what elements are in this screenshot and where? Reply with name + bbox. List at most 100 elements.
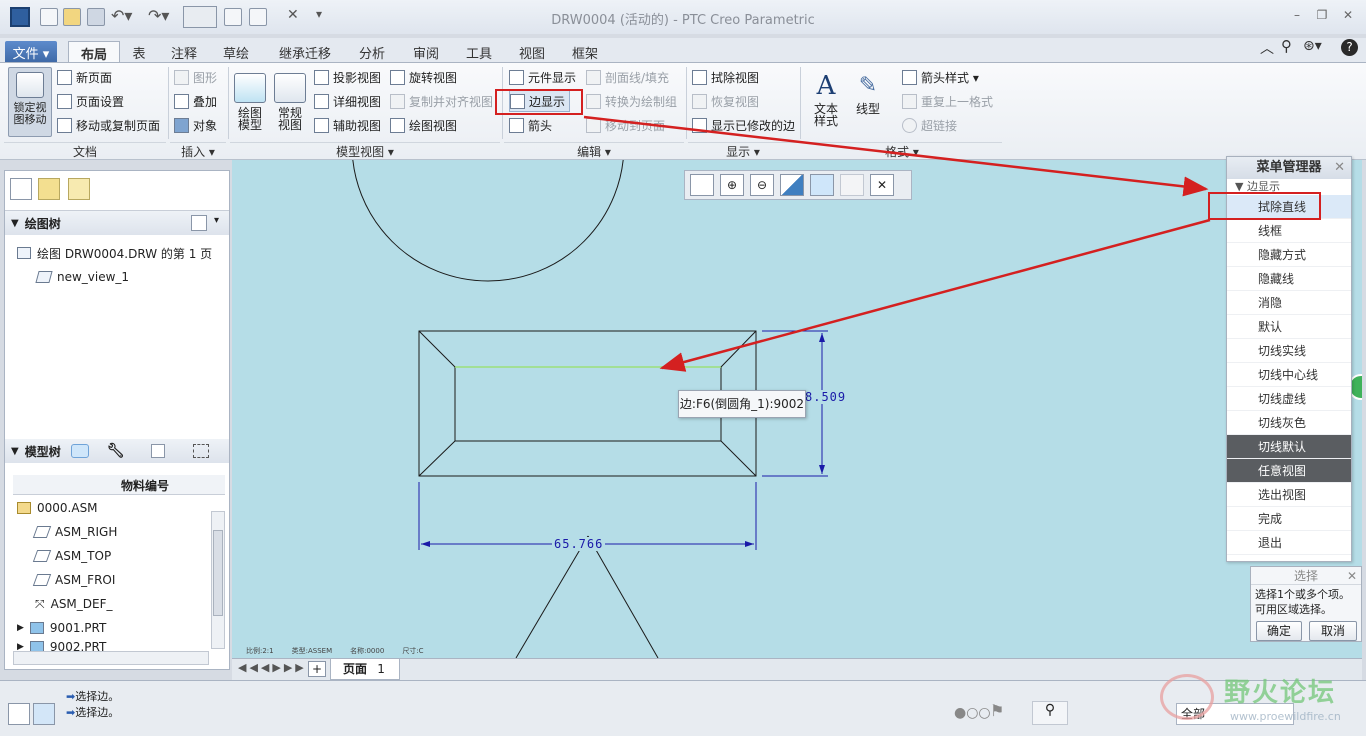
menu-manager-section[interactable]: ▼ 边显示 (1227, 179, 1351, 195)
revolved-view-button[interactable]: 旋转视图 (390, 66, 457, 88)
page-setup-button[interactable]: 页面设置 (57, 90, 124, 112)
display-style-icon[interactable] (810, 174, 834, 196)
minimize-icon[interactable]: – (1287, 8, 1307, 24)
tab-sketch[interactable]: 草绘 (214, 41, 258, 62)
tab-review[interactable]: 审阅 (404, 41, 448, 62)
dimension-vertical[interactable]: 8.509 (805, 390, 847, 404)
general-view-button[interactable]: 常规 视图 (273, 73, 307, 131)
add-page-icon[interactable]: + (308, 661, 326, 677)
datum-display-icon[interactable]: ✕ (870, 174, 894, 196)
favorites-tab-icon[interactable] (68, 178, 90, 200)
tree-item-asm[interactable]: 0000.ASM (13, 496, 209, 520)
collapse-icon[interactable]: ▼ (11, 218, 19, 229)
repaint-icon[interactable] (780, 174, 804, 196)
tab-annotate[interactable]: 注释 (162, 41, 206, 62)
zoom-out-icon[interactable]: ⊖ (750, 174, 774, 196)
dimension-horizontal[interactable]: 65.766 (552, 537, 606, 551)
close-icon[interactable]: ✕ (1338, 8, 1358, 24)
line-style-button[interactable]: ✎ 线型 (850, 69, 886, 115)
find-icon[interactable]: ⚲ (1032, 701, 1068, 725)
menu-item-tangent-dashed[interactable]: 切线虚线 (1227, 387, 1351, 411)
arrow-style-button[interactable]: 箭头样式 ▾ (902, 66, 979, 88)
menu-item-done[interactable]: 完成 (1227, 507, 1351, 531)
drawing-model-button[interactable]: 绘图 模型 (233, 73, 267, 131)
tree-filter-icon[interactable] (192, 444, 209, 458)
resume-view-button[interactable]: 恢复视图 (692, 90, 759, 112)
menu-item-tangent-default[interactable]: 切线默认 (1227, 435, 1351, 459)
overlay-button[interactable]: 叠加 (174, 90, 217, 112)
graphics-button[interactable]: 图形 (174, 66, 217, 88)
tab-tools[interactable]: 工具 (457, 41, 501, 62)
convert-draw-group-button[interactable]: 转换为绘制组 (586, 90, 677, 112)
erase-view-button[interactable]: 拭除视图 (692, 66, 759, 88)
menu-item-hidden-line-mode[interactable]: 隐藏方式 (1227, 243, 1351, 267)
menu-item-hidden-line[interactable]: 隐藏线 (1227, 267, 1351, 291)
model-tree-tab-icon[interactable] (10, 178, 32, 200)
menu-item-wireframe[interactable]: 线框 (1227, 219, 1351, 243)
tab-layout[interactable]: 布局 (68, 41, 120, 63)
saved-views-icon[interactable] (840, 174, 864, 196)
show-modified-edges-button[interactable]: 显示已修改的边 (692, 114, 795, 136)
tree-item-datum[interactable]: ASM_TOP (13, 544, 209, 568)
tab-table[interactable]: 表 (124, 41, 154, 62)
tab-legacy-migration[interactable]: 继承迁移 (268, 41, 342, 62)
tree-settings-icon[interactable] (191, 215, 207, 231)
tab-file[interactable]: 文件 ▾ (5, 41, 57, 62)
repeat-last-format-button[interactable]: 重复上一格式 (902, 90, 993, 112)
tab-frame[interactable]: 框架 (563, 41, 607, 62)
zoom-in-icon[interactable]: ⊕ (720, 174, 744, 196)
vertical-scrollbar[interactable] (211, 511, 225, 649)
tree-item-datum[interactable]: ASM_RIGH (13, 520, 209, 544)
projection-view-button[interactable]: 投影视图 (314, 66, 381, 88)
page-navigation-icon[interactable]: ◀◀◀▶▶▶ (238, 661, 307, 674)
selection-filter[interactable]: 全部 (1176, 703, 1294, 725)
refit-icon[interactable] (690, 174, 714, 196)
maximize-icon[interactable]: ❐ (1312, 8, 1332, 24)
navigator-toggle-icon[interactable] (8, 703, 30, 725)
new-page-button[interactable]: 新页面 (57, 66, 112, 88)
move-to-page-button[interactable]: 移动到页面 (586, 114, 665, 136)
lock-view-move-button[interactable]: 锁定视 图移动 (8, 67, 52, 137)
tree-item-view[interactable]: new_view_1 (5, 265, 229, 289)
chevron-down-icon[interactable]: ▾ (214, 215, 219, 226)
tree-item-csys[interactable]: ⤧ ASM_DEF_ (13, 592, 209, 616)
help-icon[interactable]: ? (1341, 39, 1358, 56)
collapse-icon[interactable]: ▼ (11, 446, 19, 457)
tree-settings-icon[interactable] (150, 444, 165, 458)
tools-icon[interactable]: 🔧︎ (107, 443, 125, 459)
model-display-icon[interactable] (70, 444, 89, 458)
edge-display-button[interactable]: 边显示 (509, 90, 571, 112)
community-icon[interactable]: ⊛▾ (1303, 38, 1322, 54)
auxiliary-view-button[interactable]: 辅助视图 (314, 114, 381, 136)
menu-item-no-hidden[interactable]: 消隐 (1227, 291, 1351, 315)
menu-item-quit[interactable]: 退出 (1227, 531, 1351, 555)
drawing-view-button[interactable]: 绘图视图 (390, 114, 457, 136)
ok-button[interactable]: 确定 (1256, 621, 1302, 641)
collapse-ribbon-icon[interactable]: ︿ (1260, 38, 1274, 58)
folder-browser-tab-icon[interactable] (38, 178, 60, 200)
expand-icon[interactable]: ▶ (17, 623, 24, 633)
menu-item-tangent-gray[interactable]: 切线灰色 (1227, 411, 1351, 435)
menu-item-pick-view[interactable]: 选出视图 (1227, 483, 1351, 507)
menu-item-default[interactable]: 默认 (1227, 315, 1351, 339)
scrollbar-thumb[interactable] (213, 530, 223, 616)
menu-item-any-view[interactable]: 任意视图 (1227, 459, 1351, 483)
close-icon[interactable]: ✕ (1347, 567, 1357, 585)
menu-item-erase-line[interactable]: 拭除直线 (1227, 195, 1351, 219)
horizontal-scrollbar[interactable] (13, 651, 209, 665)
arrow-button[interactable]: 箭头 (509, 114, 552, 136)
component-display-button[interactable]: 元件显示 (509, 66, 576, 88)
text-style-button[interactable]: A 文本 样式 (808, 69, 844, 127)
close-icon[interactable]: ✕ (1334, 157, 1345, 179)
hatch-fill-button[interactable]: 剖面线/填充 (586, 66, 669, 88)
tree-item-drawing-sheet[interactable]: 绘图 DRW0004.DRW 的第 1 页 (5, 241, 229, 265)
copy-align-view-button[interactable]: 复制并对齐视图 (390, 90, 493, 112)
move-copy-page-button[interactable]: 移动或复制页面 (57, 114, 160, 136)
tab-analysis[interactable]: 分析 (350, 41, 394, 62)
cancel-button[interactable]: 取消 (1309, 621, 1357, 641)
tree-item-part[interactable]: ▶ 9001.PRT (13, 616, 209, 640)
search-icon[interactable]: ⚲ (1281, 37, 1292, 55)
hyperlink-button[interactable]: 超链接 (902, 114, 957, 136)
browser-toggle-icon[interactable] (33, 703, 55, 725)
tab-view[interactable]: 视图 (510, 41, 554, 62)
